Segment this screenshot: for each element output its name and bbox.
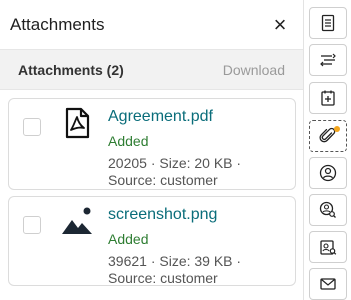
attachment-file-name[interactable]: Agreement.pdf bbox=[108, 108, 213, 126]
close-button[interactable]: × bbox=[269, 13, 291, 36]
attachment-file-name[interactable]: screenshot.png bbox=[108, 206, 217, 224]
document-icon bbox=[321, 14, 335, 32]
panel-title: Attachments bbox=[10, 14, 105, 34]
user-search-button[interactable] bbox=[309, 194, 347, 226]
attachment-source: Source: customer bbox=[108, 172, 218, 188]
attachment-card[interactable]: screenshot.png Added 39621 · Size: 39 KB… bbox=[8, 196, 296, 286]
attachment-source: Source: customer bbox=[108, 270, 218, 286]
attachments-button[interactable] bbox=[309, 120, 347, 152]
add-note-button[interactable] bbox=[309, 82, 347, 114]
side-rail bbox=[305, 0, 351, 300]
attachments-count-title: Attachments (2) bbox=[18, 61, 124, 78]
image-file-icon bbox=[59, 203, 95, 239]
user-button[interactable] bbox=[309, 157, 347, 189]
list-button[interactable] bbox=[309, 44, 347, 76]
contact-card-icon bbox=[320, 240, 337, 255]
notification-badge bbox=[334, 126, 340, 132]
attachment-meta: 39621 · Size: 39 KB · bbox=[108, 253, 242, 269]
pdf-file-icon bbox=[59, 105, 95, 141]
attachment-card[interactable]: Agreement.pdf Added 20205 · Size: 20 KB … bbox=[8, 98, 296, 190]
attachment-checkbox[interactable] bbox=[23, 216, 41, 234]
attachments-subheader: Attachments (2) Download bbox=[0, 50, 303, 90]
add-note-icon bbox=[321, 90, 335, 106]
attachment-status: Added bbox=[108, 231, 149, 247]
user-search-icon bbox=[319, 201, 336, 218]
document-button[interactable] bbox=[309, 7, 347, 39]
attachment-meta: 20205 · Size: 20 KB · bbox=[108, 155, 242, 171]
user-circle-icon bbox=[319, 164, 337, 182]
list-icon bbox=[320, 53, 336, 67]
attachment-checkbox[interactable] bbox=[23, 118, 41, 136]
panel-header: Attachments × bbox=[0, 0, 303, 50]
contact-card-button[interactable] bbox=[309, 231, 347, 263]
attachments-panel: Attachments × Attachments (2) Download A… bbox=[0, 0, 304, 300]
mail-icon bbox=[320, 278, 336, 290]
attachment-status: Added bbox=[108, 133, 149, 149]
mail-button[interactable] bbox=[309, 268, 347, 300]
download-button[interactable]: Download bbox=[223, 62, 285, 78]
